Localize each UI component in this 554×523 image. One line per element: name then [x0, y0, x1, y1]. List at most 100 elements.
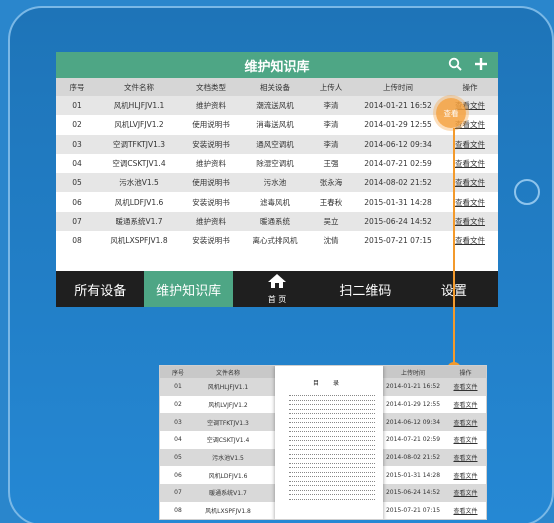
toc-line: [289, 462, 375, 464]
view-file-link[interactable]: 查看文件: [455, 217, 485, 226]
cell-device: 污水池: [242, 173, 308, 193]
nav-home[interactable]: 首 页: [233, 271, 321, 307]
nav-label: 扫二维码: [339, 283, 392, 299]
cell-doctype: 安装说明书: [180, 231, 242, 251]
document-title: 目 录: [313, 380, 345, 387]
view-file-link[interactable]: 查看文件: [453, 384, 477, 391]
cell-index: 07: [160, 484, 196, 502]
col-header-time: 上传时间: [354, 78, 442, 96]
cell-filename: 风机HLJFJV1.1: [196, 378, 260, 396]
page-title: 维护知识库: [244, 59, 310, 75]
cell-uploader: 李清: [308, 134, 354, 154]
view-file-link[interactable]: 查看文件: [455, 140, 485, 149]
toc-line: [289, 444, 375, 446]
cell-index: 03: [160, 413, 196, 432]
cell-time: 2014-07-21 02:59: [383, 431, 443, 449]
cell-index: 04: [160, 431, 196, 449]
view-file-link[interactable]: 查看文件: [453, 402, 477, 409]
cell-index: 06: [56, 192, 98, 212]
cell-index: 04: [56, 153, 98, 174]
toc-line: [289, 453, 375, 455]
table-row: 02 风机LVJFJV1.2 使用说明书 消毒送风机 李清 2014-01-29…: [56, 115, 498, 135]
search-icon[interactable]: [446, 55, 464, 73]
nav-all-devices[interactable]: 所有设备: [56, 271, 144, 307]
cell-index: 07: [56, 211, 98, 232]
view-file-link[interactable]: 查看文件: [453, 455, 477, 462]
cell-time: 2014-01-29 12:55: [383, 395, 443, 414]
cell-uploader: 张永海: [308, 173, 354, 193]
tap-highlight: 查看: [436, 98, 466, 128]
cell-doctype: 使用说明书: [180, 173, 242, 193]
cell-time: 2014-07-21 02:59: [354, 153, 442, 174]
cell-doctype: 维护资料: [180, 96, 242, 116]
toc-line: [289, 471, 375, 473]
view-file-link[interactable]: 查看文件: [455, 198, 485, 207]
table-row: 03 空调TFKTJV1.3 安装说明书 通风空调机 李清 2014-06-12…: [56, 134, 498, 154]
cell-filename: 风机LVJFJV1.2: [98, 115, 180, 135]
nav-label: 首 页: [267, 295, 287, 304]
cell-filename: 暖通系统V1.7: [196, 484, 260, 502]
toc-line: [289, 494, 375, 495]
cell-device: 离心式排风机: [242, 231, 308, 251]
cell-filename: 风机HLJFJV1.1: [98, 96, 180, 116]
cell-action: 查看文件: [443, 413, 486, 432]
nav-label: 维护知识库: [156, 283, 222, 299]
view-file-link[interactable]: 查看文件: [453, 508, 477, 515]
cell-doctype: 维护资料: [180, 211, 242, 232]
col-header-device: 相关设备: [242, 78, 308, 96]
toc-line: [289, 395, 375, 396]
view-file-link[interactable]: 查看文件: [453, 490, 477, 497]
cell-filename: 污水池V1.5: [98, 173, 180, 193]
col-header-action: 操作: [443, 366, 486, 378]
view-file-link[interactable]: 查看文件: [453, 420, 477, 427]
cell-filename: 风机LXSPFJV1.8: [196, 501, 260, 519]
cell-uploader: 王强: [308, 153, 354, 174]
cell-time: 2014-06-12 09:34: [354, 134, 442, 154]
cell-device: 除湿空调机: [242, 153, 308, 174]
toc-line: [289, 413, 375, 414]
cell-device: 暖通系统: [242, 211, 308, 232]
col-header-doctype: 文档类型: [180, 78, 242, 96]
cell-index: 08: [160, 501, 196, 519]
cell-filename: 风机LDFJV1.6: [196, 466, 260, 485]
cell-filename: 风机LXSPFJV1.8: [98, 231, 180, 251]
toc-line: [289, 426, 375, 428]
toc-line: [289, 498, 375, 500]
cell-time: 2015-06-24 14:52: [383, 484, 443, 502]
document-page: 目 录: [275, 366, 383, 519]
cell-doctype: 维护资料: [180, 153, 242, 174]
view-file-link[interactable]: 查看文件: [453, 473, 477, 480]
col-header-time: 上传时间: [383, 366, 443, 378]
toc-line: [289, 417, 375, 419]
toc-line: [289, 404, 375, 405]
toc-line: [289, 431, 375, 432]
callout-connector-line: [453, 128, 455, 368]
cell-uploader: 王春秋: [308, 192, 354, 212]
add-icon[interactable]: [472, 55, 490, 73]
cell-index: 06: [160, 466, 196, 485]
cell-action: 查看文件: [443, 484, 486, 502]
view-file-link[interactable]: 查看文件: [455, 159, 485, 168]
cell-time: 2014-01-21 16:52: [354, 96, 442, 116]
table-row: 08 风机LXSPFJV1.8 安装说明书 离心式排风机 沈倩 2015-07-…: [56, 231, 498, 251]
cell-action: 查看文件: [442, 211, 498, 232]
nav-knowledge-base[interactable]: 维护知识库: [144, 271, 233, 307]
toc-line: [289, 489, 375, 491]
app-screen: 维护知识库 序号 文件名称 文档类型 相关设备 上传人 上传时间 操作 01 风…: [56, 52, 498, 307]
table-row: 04 空调CSKTJV1.4 维护资料 除湿空调机 王强 2014-07-21 …: [56, 153, 498, 174]
cell-index: 01: [160, 378, 196, 396]
cell-time: 2014-06-12 09:34: [383, 413, 443, 432]
view-file-link[interactable]: 查看文件: [455, 236, 485, 245]
col-header-index: 序号: [56, 78, 98, 96]
cell-time: 2014-01-29 12:55: [354, 115, 442, 135]
cell-action: 查看文件: [443, 448, 486, 467]
view-file-link[interactable]: 查看文件: [455, 178, 485, 187]
cell-time: 2015-01-31 14:28: [383, 466, 443, 485]
col-header-action: 操作: [442, 78, 498, 96]
cell-device: 通风空调机: [242, 134, 308, 154]
view-file-link[interactable]: 查看文件: [453, 437, 477, 444]
col-header-index: 序号: [160, 366, 196, 378]
table-row: 01 风机HLJFJV1.1 维护资料 潮流送风机 李清 2014-01-21 …: [56, 96, 498, 116]
nav-scan-qr[interactable]: 扫二维码: [321, 271, 409, 307]
home-hardware-button[interactable]: [514, 179, 540, 205]
